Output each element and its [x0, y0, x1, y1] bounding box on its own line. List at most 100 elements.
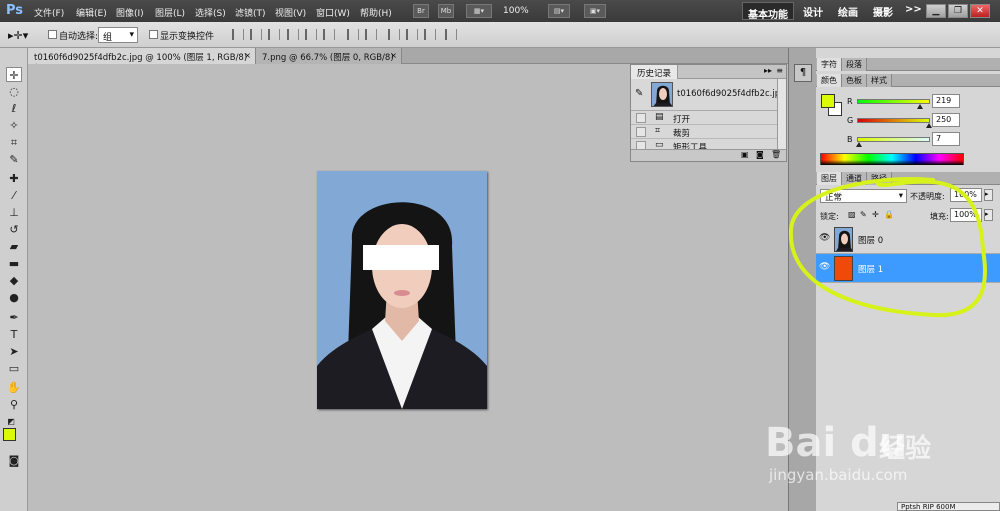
move-tool-preset-icon[interactable]: ▸✛▾ [8, 29, 28, 42]
doc-tab-active[interactable]: t0160f6d9025f4dfb2c.jpg @ 100% (图层 1, RG… [28, 48, 256, 73]
restore-button[interactable]: ❐ [948, 4, 968, 18]
panel-menu-icon[interactable]: ≡ [776, 66, 783, 75]
portrait-photo[interactable] [317, 171, 487, 409]
layer-row[interactable]: 👁 图层 0 [816, 225, 1000, 254]
show-transform-checkbox[interactable] [149, 30, 158, 39]
distribute-right-icon[interactable] [424, 29, 436, 40]
collapse-icon[interactable]: ▸▸ [764, 66, 772, 75]
auto-select-checkbox[interactable] [48, 30, 57, 39]
fill-input[interactable]: 100% [950, 208, 982, 222]
history-tab[interactable]: 历史记录 [631, 65, 679, 79]
tab-channels[interactable]: 通道 [842, 172, 867, 185]
menu-edit[interactable]: 编辑(E) [76, 6, 107, 19]
type-tool-icon[interactable]: T [6, 327, 22, 342]
quick-select-tool-icon[interactable]: ✧ [6, 118, 22, 133]
align-right-icon[interactable] [323, 29, 335, 40]
brush-source-icon[interactable]: ✎ [635, 88, 643, 99]
tab-paths[interactable]: 路径 [867, 172, 892, 185]
brush-tool-icon[interactable]: ⁄ [6, 188, 22, 203]
lasso-tool-icon[interactable]: ℓ [6, 101, 22, 116]
minibridge-button[interactable]: Mb [438, 4, 454, 18]
history-step[interactable]: ▤ 打开 [631, 111, 777, 125]
lock-all-icon[interactable]: 🔒 [884, 210, 894, 219]
close-button[interactable]: ✕ [970, 4, 990, 18]
align-bottom-icon[interactable] [268, 29, 280, 40]
value-b[interactable]: 7 [932, 132, 960, 146]
history-snapshot[interactable]: ✎ t0160f6d9025f4dfb2c.jpg [631, 79, 786, 111]
lock-pixels-icon[interactable]: ✎ [860, 210, 867, 219]
workspace-painting[interactable]: 绘画 [838, 4, 858, 19]
character-panel-icon[interactable]: ¶ [794, 64, 812, 82]
slider-b[interactable] [857, 137, 930, 142]
menu-filter[interactable]: 滤镜(T) [235, 6, 266, 19]
layer-row-selected[interactable]: 👁 图层 1 [816, 254, 1000, 283]
history-source-box[interactable] [636, 127, 646, 137]
menu-image[interactable]: 图像(I) [116, 6, 144, 19]
trash-icon[interactable]: 🗑 [771, 150, 781, 159]
menu-file[interactable]: 文件(F) [34, 6, 64, 19]
color-panel-fg-swatch[interactable] [821, 94, 835, 108]
workspace-more[interactable]: >> [905, 4, 922, 15]
history-scrollbar[interactable] [777, 79, 786, 149]
slider-thumb-b[interactable] [856, 142, 862, 147]
lock-transparency-icon[interactable]: ▨ [848, 210, 856, 219]
zoom-level-dropdown[interactable]: 100% [503, 6, 529, 16]
workspace-design[interactable]: 设计 [803, 4, 823, 19]
menu-help[interactable]: 帮助(H) [360, 6, 392, 19]
eyedropper-tool-icon[interactable]: ✎ [6, 152, 22, 167]
blend-mode-dropdown[interactable]: 正常 ▾ [820, 189, 907, 203]
gradient-tool-icon[interactable]: ▬ [6, 256, 22, 271]
pen-tool-icon[interactable]: ✒ [6, 310, 22, 325]
menu-layer[interactable]: 图层(L) [155, 6, 185, 19]
history-step[interactable]: ⌗ 裁剪 [631, 125, 777, 139]
doc-tab-inactive[interactable]: 7.png @ 66.7% (图层 0, RGB/8) × [256, 48, 402, 64]
value-g[interactable]: 250 [932, 113, 960, 127]
shape-tool-icon[interactable]: ▭ [6, 361, 22, 376]
healing-brush-tool-icon[interactable]: ✚ [6, 171, 22, 186]
align-left-icon[interactable] [287, 29, 299, 40]
minimize-button[interactable]: ▁ [926, 4, 946, 18]
align-vcenter-icon[interactable] [250, 29, 262, 40]
blur-tool-icon[interactable]: ◆ [6, 273, 22, 288]
slider-thumb-r[interactable] [916, 104, 923, 109]
distribute-left-icon[interactable] [388, 29, 400, 40]
align-hcenter-icon[interactable] [305, 29, 317, 40]
tab-character[interactable]: 字符 [817, 58, 842, 71]
arrange-docs-button[interactable]: ▤▾ [548, 4, 570, 18]
align-top-icon[interactable] [232, 29, 244, 40]
new-doc-from-state-icon[interactable]: ▣ [741, 150, 749, 159]
value-r[interactable]: 219 [932, 94, 960, 108]
menu-select[interactable]: 选择(S) [195, 6, 226, 19]
slider-thumb-g[interactable] [925, 123, 932, 128]
distribute-hcenter-icon[interactable] [406, 29, 418, 40]
workspace-photography[interactable]: 摄影 [873, 4, 893, 19]
snapshot-icon[interactable]: ◙ [756, 150, 764, 159]
slider-g[interactable] [857, 118, 930, 123]
bridge-button[interactable]: Br [413, 4, 429, 18]
history-source-box[interactable] [636, 113, 646, 123]
tab-paragraph[interactable]: 段落 [842, 58, 867, 71]
move-tool-icon[interactable]: ✛ [6, 67, 22, 82]
color-spectrum[interactable] [820, 153, 964, 165]
menu-window[interactable]: 窗口(W) [316, 6, 350, 19]
zoom-tool-icon[interactable]: ⚲ [6, 397, 22, 412]
quick-mask-icon[interactable]: ◙ [6, 453, 22, 468]
close-icon[interactable]: × [244, 51, 251, 60]
history-brush-tool-icon[interactable]: ↺ [6, 222, 22, 237]
eraser-tool-icon[interactable]: ▰ [6, 239, 22, 254]
fill-slider-toggle[interactable]: ▸ [984, 209, 993, 221]
default-colors-icon[interactable]: ◩ ⇆ [3, 414, 19, 441]
clone-stamp-tool-icon[interactable]: ⊥ [6, 205, 22, 220]
tab-swatches[interactable]: 色板 [842, 74, 867, 87]
menu-view[interactable]: 视图(V) [275, 6, 306, 19]
workspace-essentials[interactable]: 基本功能 [742, 2, 794, 21]
screen-mode-button[interactable]: ▣▾ [584, 4, 606, 18]
opacity-input[interactable]: 100% [950, 188, 982, 202]
tab-color[interactable]: 颜色 [817, 74, 842, 87]
hand-tool-icon[interactable]: ✋ [6, 380, 22, 395]
marquee-tool-icon[interactable]: ◌ [6, 84, 22, 99]
tab-styles[interactable]: 样式 [867, 74, 892, 87]
crop-tool-icon[interactable]: ⌗ [6, 135, 22, 150]
path-select-tool-icon[interactable]: ➤ [6, 344, 22, 359]
lock-position-icon[interactable]: ✛ [872, 210, 879, 219]
